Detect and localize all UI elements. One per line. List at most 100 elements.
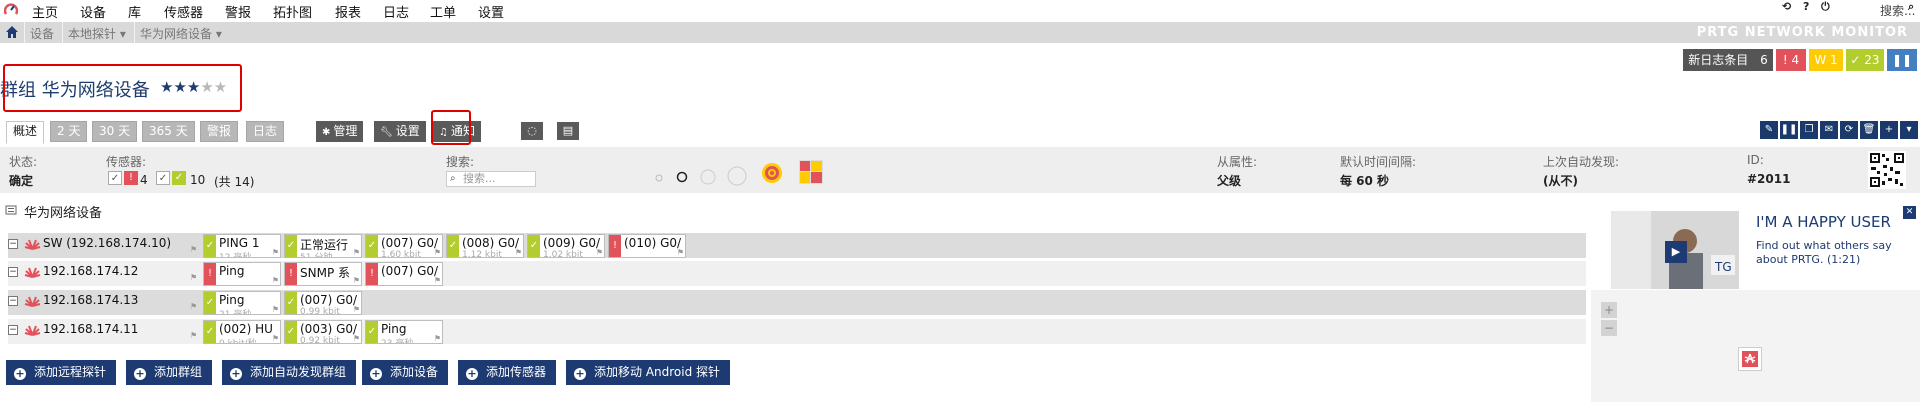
zoom-out-button[interactable]: −	[1601, 320, 1617, 336]
crumb-devices[interactable]: 设备	[30, 25, 54, 42]
sensor-tile[interactable]: ! SNMP 系 ⚑	[284, 262, 362, 286]
collapse-icon[interactable]: −	[8, 267, 18, 277]
manage-label: 管理	[333, 124, 358, 138]
settings-button[interactable]: 🔧︎ 设置	[374, 121, 426, 142]
ring-size-large-icon[interactable]	[698, 167, 718, 187]
tab-overview[interactable]: 概述	[6, 121, 45, 144]
flag-icon: ⚑	[271, 276, 279, 285]
clone-icon[interactable]: ❐	[1800, 121, 1818, 139]
down-count-badge[interactable]: ! 4	[1776, 49, 1806, 71]
filter-checkbox-down[interactable]: ✓	[108, 171, 122, 185]
zoom-in-button[interactable]: +	[1601, 302, 1617, 318]
close-icon[interactable]: ✕	[1903, 206, 1916, 219]
scan-icon[interactable]: ⟳	[1840, 121, 1858, 139]
pause-icon[interactable]: ❚❚	[1780, 121, 1798, 139]
promo-text[interactable]: Find out what others say about PRTG. (1:…	[1756, 239, 1906, 267]
sensor-tile[interactable]: ! (010) G0/⚑	[608, 234, 686, 258]
manage-button[interactable]: ✱ 管理	[316, 121, 364, 142]
tab-2-days[interactable]: 2 天	[50, 121, 88, 142]
device-name[interactable]: 192.168.174.11	[43, 322, 138, 336]
check-icon: ✓	[366, 321, 378, 343]
ring-size-xlarge-icon[interactable]	[726, 165, 748, 187]
device-name[interactable]: SW (192.168.174.10)	[43, 236, 171, 250]
flag-icon: ⚑	[433, 248, 441, 257]
promo-video-thumbnail[interactable]: TG ▶	[1611, 211, 1739, 289]
ring-size-small-icon[interactable]	[652, 171, 666, 185]
play-icon[interactable]: ▶	[1665, 241, 1687, 263]
filter-checkbox-up[interactable]: ✓	[156, 171, 170, 185]
sensor-tile[interactable]: ✓ Ping 21 毫秒 ⚑	[203, 291, 281, 315]
collapse-icon[interactable]: −	[8, 239, 18, 249]
sensor-tile[interactable]: ✓ (007) G0/1.60 kbit ⚑	[365, 234, 443, 258]
device-name[interactable]: 192.168.174.13	[43, 293, 138, 307]
menu-devices[interactable]: 设备	[80, 2, 106, 21]
menu-setup[interactable]: 设置	[478, 2, 504, 21]
add-android-probe-button[interactable]: + 添加移动 Android 探针	[566, 360, 731, 385]
refresh-icon[interactable]: ⟲	[1782, 0, 1791, 13]
sunburst-view-icon[interactable]	[760, 161, 784, 185]
sensor-tile[interactable]: ✓ (007) G0/0.99 kbit ⚑	[284, 291, 362, 315]
wrench-icon[interactable]: ✎	[1760, 121, 1778, 139]
email-icon[interactable]: ✉	[1820, 121, 1838, 139]
group-tree-header[interactable]: 华为网络设备	[24, 202, 102, 221]
warning-count-badge[interactable]: W 1	[1809, 49, 1843, 71]
paused-count-badge[interactable]: ❚❚ 2	[1887, 49, 1917, 89]
home-icon[interactable]	[4, 24, 20, 40]
map-device-marker[interactable]	[1738, 347, 1762, 371]
sensor-tile[interactable]: ! Ping ⚑	[203, 262, 281, 286]
new-log-badge[interactable]: 新日志条目 6	[1683, 49, 1773, 71]
sensor-tile[interactable]: ! (007) G0/⚑	[365, 262, 443, 286]
logout-icon[interactable]: ⏻	[1821, 0, 1830, 14]
tab-30-days[interactable]: 30 天	[92, 121, 138, 142]
tab-log[interactable]: 日志	[246, 121, 285, 142]
ring-size-medium-icon[interactable]	[674, 169, 690, 185]
promo-title[interactable]: I'M A HAPPY USER	[1756, 213, 1891, 231]
collapse-icon[interactable]: −	[8, 325, 18, 335]
add-sensor-button[interactable]: + 添加传感器	[458, 360, 557, 385]
add-autodiscovery-group-button[interactable]: + 添加自动发现群组	[222, 360, 357, 385]
add-remote-probe-button[interactable]: + 添加远程探针	[6, 360, 117, 385]
sensor-tile[interactable]: ✓ 正常运行 51 分钟 ⚑	[284, 234, 362, 258]
prtg-logo-icon[interactable]	[4, 3, 18, 17]
sensor-tile[interactable]: ✓ PING 1 12 毫秒 ⚑	[203, 234, 281, 258]
add-device-button[interactable]: + 添加设备	[362, 360, 449, 385]
tab-alarms[interactable]: 警报	[200, 121, 239, 142]
menu-tickets[interactable]: 工单	[430, 2, 456, 21]
tab-365-days[interactable]: 365 天	[142, 121, 195, 142]
history-icon[interactable]: ▤	[557, 122, 579, 140]
search-icon: ⌕	[450, 173, 456, 184]
menu-libraries[interactable]: 库	[128, 2, 141, 21]
qr-code-icon[interactable]	[1868, 151, 1906, 189]
down-status-icon: !	[124, 171, 138, 185]
search-icon[interactable]: ⌕	[1908, 0, 1914, 14]
add-icon[interactable]: +	[1880, 121, 1898, 139]
breadcrumb: 设备 本地探针 ▾ 华为网络设备 ▾ PRTG NETWORK MONITOR	[0, 22, 1920, 43]
device-name[interactable]: 192.168.174.12	[43, 264, 138, 278]
menu-home[interactable]: 主页	[32, 2, 58, 21]
comments-icon[interactable]: ◌	[521, 122, 543, 140]
crumb-huawei-group[interactable]: 华为网络设备 ▾	[140, 25, 222, 42]
sensor-tile[interactable]: ✓ (002) HU 0 kbit/秒 ⚑	[203, 320, 281, 344]
help-icon[interactable]: ?	[1803, 0, 1809, 13]
crumb-local-probe[interactable]: 本地探针 ▾	[68, 25, 126, 42]
device-row: −192.168.174.13 ⚑ ✓ Ping 21 毫秒 ⚑ ✓ (007) G0/0.9…	[8, 290, 1586, 315]
menu-logs[interactable]: 日志	[383, 2, 409, 21]
menu-maps[interactable]: 拓扑图	[273, 2, 312, 21]
menu-sensors[interactable]: 传感器	[164, 2, 203, 21]
treemap-view-icon[interactable]	[798, 159, 824, 185]
check-icon: ✓	[204, 321, 216, 343]
promo-card[interactable]: TG ▶ I'M A HAPPY USER Find out what othe…	[1591, 203, 1920, 290]
add-group-button[interactable]: + 添加群组	[126, 360, 213, 385]
up-count-badge[interactable]: ✓ 23	[1846, 49, 1884, 71]
sensor-tile[interactable]: ✓ (008) G0/1.12 kbit ⚑	[446, 234, 524, 258]
delete-icon[interactable]: 🗑︎	[1860, 121, 1878, 139]
sensor-tile[interactable]: ✓ (003) G0/0.92 kbit ⚑	[284, 320, 362, 344]
settings-label: 设置	[395, 124, 420, 138]
menu-reports[interactable]: 报表	[335, 2, 361, 21]
chevron-down-icon[interactable]: ▾	[1900, 121, 1918, 139]
collapse-icon[interactable]: −	[8, 296, 18, 306]
sensor-tile[interactable]: ✓ (009) G0/1.02 kbit ⚑	[527, 234, 605, 258]
menu-alarms[interactable]: 警报	[225, 2, 251, 21]
sensor-tile[interactable]: ✓ Ping 23 毫秒 ⚑	[365, 320, 443, 344]
sensor-search-input[interactable]: 搜索...	[446, 171, 536, 187]
